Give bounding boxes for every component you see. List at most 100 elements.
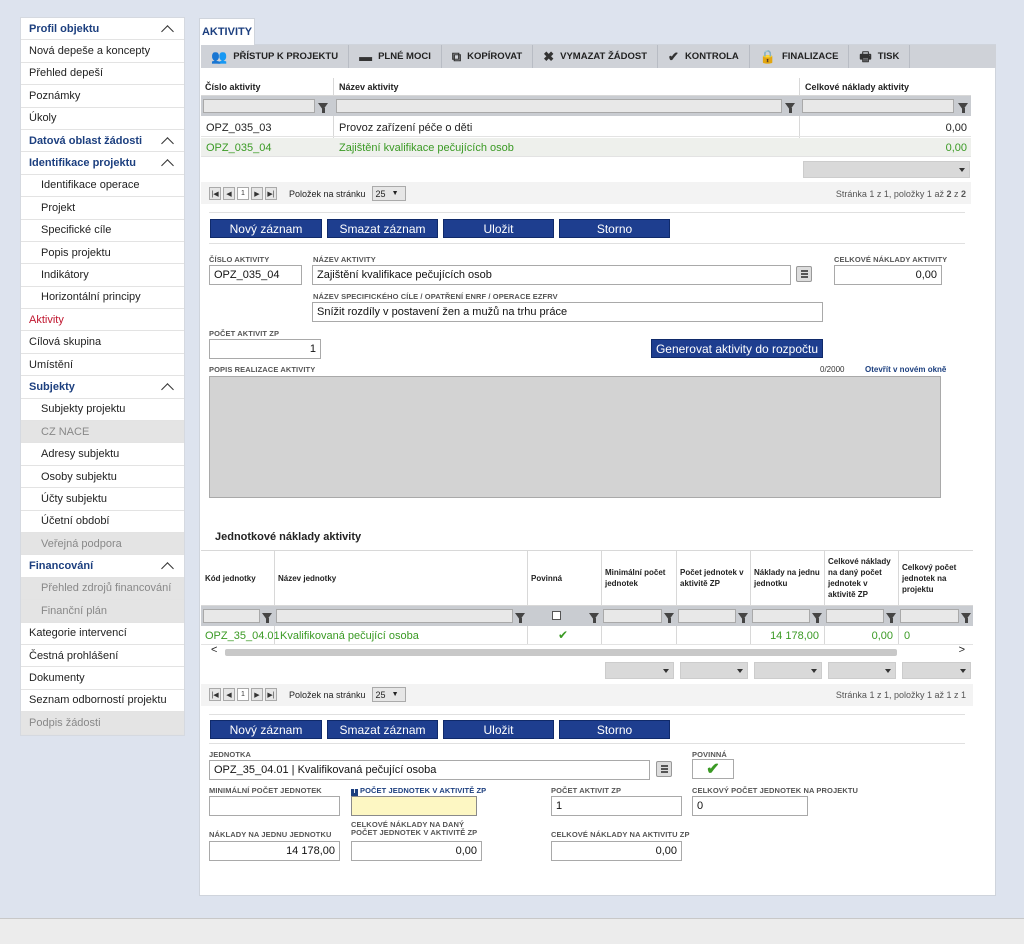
per-page-select[interactable]: 25 ▼ — [371, 186, 406, 201]
sidebar-item[interactable]: Veřejná podpora — [21, 532, 184, 556]
filter-icon[interactable] — [664, 613, 674, 623]
col-header[interactable]: Minimální počet jednotek — [605, 552, 672, 604]
celkovy-pocet-field[interactable]: 0 — [692, 796, 808, 816]
filter-icon[interactable] — [515, 613, 525, 623]
nazev-aktivity-field[interactable]: Zajištění kvalifikace pečujících osob — [312, 265, 791, 285]
page-number[interactable]: 1 — [237, 187, 249, 200]
sidebar-item[interactable]: Úkoly — [21, 108, 184, 130]
chevron-up-icon[interactable] — [161, 383, 174, 396]
sidebar-item[interactable]: Účetní období — [21, 511, 184, 533]
filter-icon[interactable] — [812, 613, 822, 623]
sidebar-item[interactable]: Podpis žádosti — [21, 712, 184, 735]
filter-icon[interactable] — [738, 613, 748, 623]
column-summary-dropdown[interactable] — [605, 662, 674, 679]
chevron-up-icon[interactable] — [161, 136, 174, 150]
toolbar-button[interactable]: ▬ PLNÉ MOCI — [349, 45, 442, 68]
sidebar-item[interactable]: Identifikace projektu — [21, 152, 184, 175]
sidebar-item[interactable]: Čestná prohlášení — [21, 645, 184, 668]
filter-icon[interactable] — [886, 613, 896, 623]
sidebar-item[interactable]: Cílová skupina — [21, 331, 184, 354]
list-picker-icon[interactable] — [796, 266, 812, 282]
table-row-selected[interactable]: OPZ_035_04 Zajištění kvalifikace pečujíc… — [201, 138, 971, 157]
col-header[interactable]: Celkový počet jednotek na projektu — [902, 552, 969, 604]
delete-record-button[interactable]: Smazat záznam — [327, 219, 438, 238]
col-header[interactable]: Kód jednotky — [205, 552, 270, 604]
delete-record-button[interactable]: Smazat záznam — [327, 720, 438, 739]
sidebar-item[interactable]: Přehled depeší — [21, 63, 184, 86]
tab-aktivity[interactable]: AKTIVITY — [199, 18, 255, 45]
sidebar-item[interactable]: Projekt — [21, 197, 184, 220]
sidebar-item[interactable]: Profil objektu — [21, 18, 184, 41]
sidebar-item[interactable]: Osoby subjektu — [21, 466, 184, 489]
first-page-button[interactable]: |◀ — [209, 688, 221, 701]
col-header[interactable]: Počet jednotek v aktivitě ZP — [680, 552, 746, 604]
toolbar-button[interactable]: 🔒 FINALIZACE — [750, 45, 850, 68]
column-summary-dropdown[interactable] — [754, 662, 822, 679]
column-summary-dropdown[interactable] — [902, 662, 971, 679]
filter-input[interactable] — [276, 609, 513, 623]
cancel-button[interactable]: Storno — [559, 720, 670, 739]
col-header-naklady[interactable]: Celkové náklady aktivity — [805, 82, 909, 92]
filter-icon[interactable] — [961, 613, 971, 623]
prev-page-button[interactable]: ◀ — [223, 688, 235, 701]
next-page-button[interactable]: ▶ — [251, 688, 263, 701]
column-summary-dropdown[interactable] — [803, 161, 970, 178]
column-summary-dropdown[interactable] — [828, 662, 896, 679]
table-row[interactable]: OPZ_35_04.01 Kvalifikovaná pečující osob… — [201, 627, 973, 645]
per-page-select[interactable]: 25 ▼ — [371, 687, 406, 702]
sidebar-item[interactable]: Aktivity — [21, 309, 184, 332]
col-header-nazev[interactable]: Název aktivity — [339, 82, 399, 92]
naklady-jednotka-field[interactable]: 14 178,00 — [209, 841, 340, 861]
sidebar-item[interactable]: Subjekty — [21, 376, 184, 399]
cancel-button[interactable]: Storno — [559, 219, 670, 238]
filter-input-naklady[interactable] — [802, 99, 954, 113]
sidebar-item[interactable]: Kategorie intervencí — [21, 623, 184, 645]
sidebar-item[interactable]: Popis projektu — [21, 242, 184, 265]
celk-naklady-dany-field[interactable]: 0,00 — [351, 841, 482, 861]
sidebar-item[interactable]: Indikátory — [21, 264, 184, 287]
min-pocet-field[interactable] — [209, 796, 340, 816]
sidebar-item[interactable]: Účty subjektu — [21, 488, 184, 511]
generate-activities-button[interactable]: Generovat aktivity do rozpočtu — [651, 339, 823, 358]
sidebar-item[interactable]: Identifikace operace — [21, 175, 184, 198]
col-header[interactable]: Povinná — [531, 552, 597, 604]
col-header[interactable]: Název jednotky — [278, 552, 523, 604]
sidebar-item[interactable]: Přehled zdrojů financování — [21, 577, 184, 601]
toolbar-button[interactable]: ✖ VYMAZAT ŽÁDOST — [533, 45, 659, 68]
toolbar-button[interactable]: 👥 PŘÍSTUP K PROJEKTU — [201, 45, 350, 68]
col-header-cislo[interactable]: Číslo aktivity — [205, 82, 261, 92]
next-page-button[interactable]: ▶ — [251, 187, 263, 200]
povinna-checkbox[interactable]: ✔ — [692, 759, 734, 779]
column-summary-dropdown[interactable] — [680, 662, 748, 679]
toolbar-button[interactable]: ⧉ KOPÍROVAT — [442, 45, 534, 68]
filter-input[interactable] — [603, 609, 662, 623]
filter-icon[interactable] — [785, 103, 795, 113]
filter-checkbox[interactable] — [552, 611, 561, 620]
page-number[interactable]: 1 — [237, 688, 249, 701]
open-new-window-link[interactable]: Otevřít v novém okně — [865, 365, 946, 374]
celk-naklady-aktivita-field[interactable]: 0,00 — [551, 841, 682, 861]
save-button[interactable]: Uložit — [443, 219, 554, 238]
sidebar-item[interactable]: Nová depeše a koncepty — [21, 40, 184, 63]
filter-input-cislo[interactable] — [203, 99, 315, 113]
filter-icon[interactable] — [262, 613, 272, 623]
sidebar-item[interactable]: Adresy subjektu — [21, 443, 184, 466]
filter-input[interactable] — [678, 609, 736, 623]
chevron-up-icon[interactable] — [161, 24, 174, 38]
sidebar-item[interactable]: Subjekty projektu — [21, 399, 184, 422]
pocet-aktivit-zp-field[interactable]: 1 — [551, 796, 682, 816]
sidebar-item[interactable]: Poznámky — [21, 85, 184, 108]
chevron-up-icon[interactable] — [161, 159, 174, 172]
sidebar-item[interactable]: Horizontální principy — [21, 287, 184, 310]
sidebar-item[interactable]: CZ NACE — [21, 421, 184, 444]
jednotka-field[interactable]: OPZ_35_04.01 | Kvalifikovaná pečující os… — [209, 760, 650, 780]
first-page-button[interactable]: |◀ — [209, 187, 221, 200]
new-record-button[interactable]: Nový záznam — [210, 219, 322, 238]
pocet-jednotek-field[interactable] — [351, 796, 477, 816]
new-record-button[interactable]: Nový záznam — [210, 720, 322, 739]
col-header[interactable]: Celkové náklady na daný počet jednotek v… — [828, 552, 894, 604]
sidebar-item[interactable]: Datová oblast žádosti — [21, 130, 184, 153]
prev-page-button[interactable]: ◀ — [223, 187, 235, 200]
sidebar-item[interactable]: Financování — [21, 555, 184, 578]
sidebar-item[interactable]: Specifické cíle — [21, 220, 184, 242]
